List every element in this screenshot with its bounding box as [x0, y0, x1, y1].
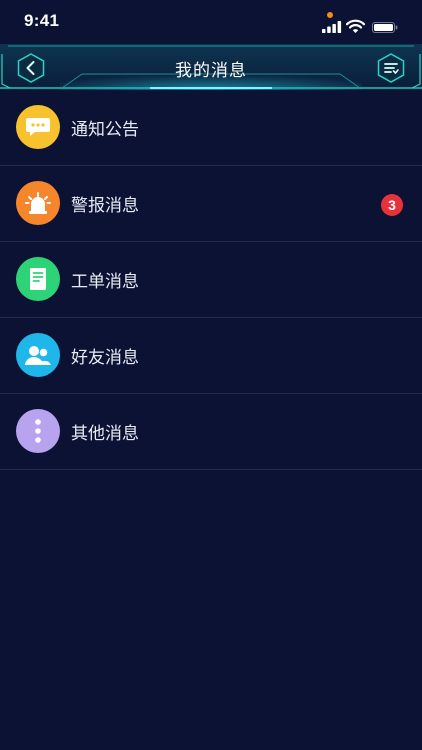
chat-bubble-icon [26, 118, 50, 136]
work-order-icon-circle [16, 257, 60, 301]
wifi-icon [346, 19, 365, 33]
list-item-friends[interactable]: 好友消息 [0, 318, 422, 394]
list-item-label: 通知公告 [71, 120, 139, 140]
list-item-label: 警报消息 [71, 196, 139, 216]
list-item-label: 好友消息 [71, 348, 139, 368]
unread-count-badge: 3 [381, 194, 403, 216]
list-item-work-order[interactable]: 工单消息 [0, 242, 422, 318]
alarm-icon-circle [16, 181, 60, 225]
list-item-label: 其他消息 [71, 424, 139, 444]
status-bar: 9:41 [0, 0, 422, 44]
document-icon [30, 268, 46, 290]
battery-icon [372, 22, 398, 33]
alarm-siren-icon [25, 192, 51, 214]
notice-icon-circle [16, 105, 60, 149]
status-time: 9:41 [24, 11, 60, 30]
list-menu-icon [377, 53, 405, 83]
list-item-notice[interactable]: 通知公告 [0, 90, 422, 166]
friends-icon [25, 346, 51, 365]
privacy-indicator-dot [327, 12, 333, 18]
list-item-label: 工单消息 [71, 272, 139, 292]
message-list: 通知公告 警报消息 3 工单消息 好友消息 其他消息 [0, 90, 422, 470]
other-icon-circle [16, 409, 60, 453]
nav-header: 我的消息 [0, 44, 422, 90]
more-vertical-icon [35, 419, 41, 443]
menu-button[interactable] [376, 53, 406, 83]
list-item-alarm[interactable]: 警报消息 3 [0, 166, 422, 242]
list-item-other[interactable]: 其他消息 [0, 394, 422, 470]
cellular-signal-icon [322, 21, 342, 33]
friends-icon-circle [16, 333, 60, 377]
page-title: 我的消息 [175, 61, 247, 81]
